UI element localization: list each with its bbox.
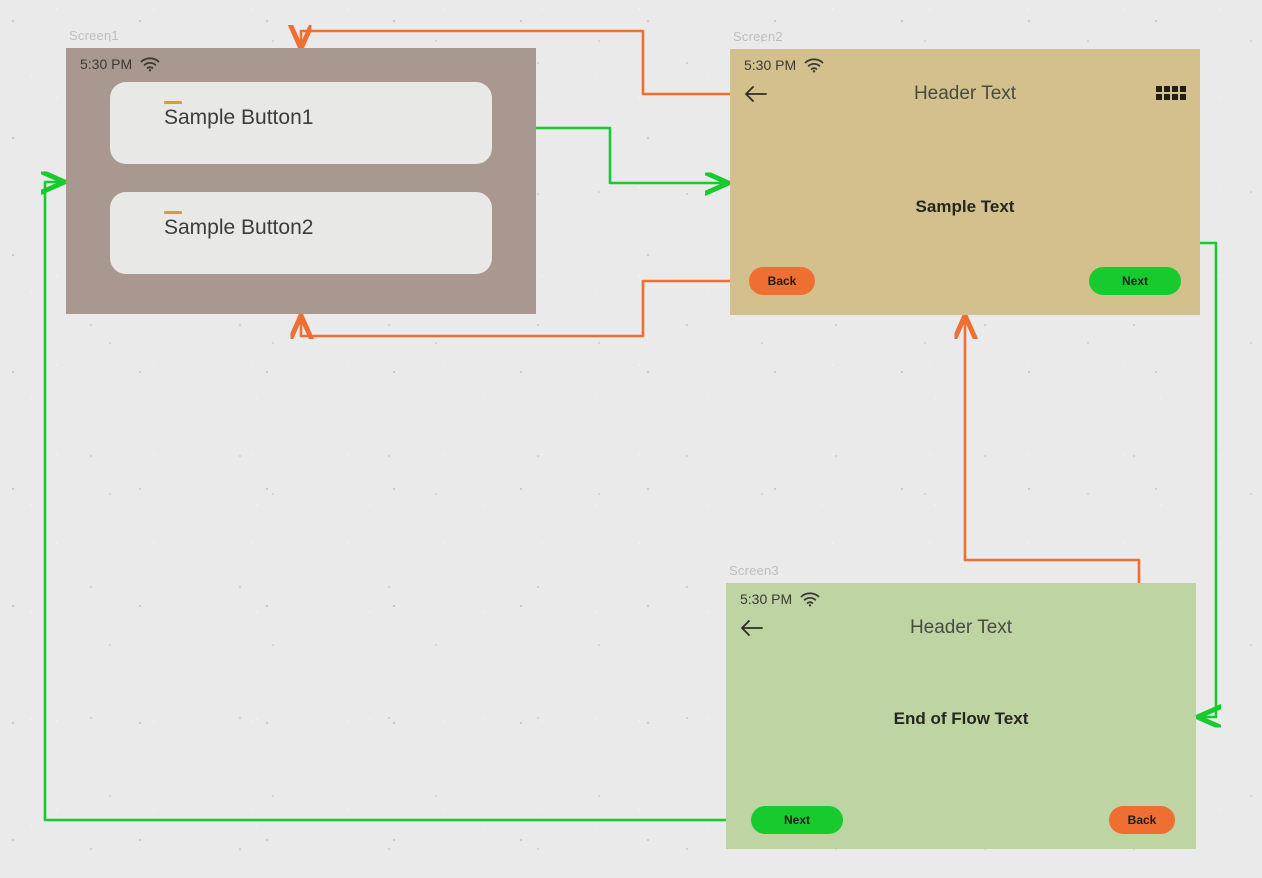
sample-button-2[interactable]: Sample Button2 — [110, 192, 492, 274]
wifi-icon — [140, 57, 160, 71]
screen-frame: 5:30 PM Header Text End of Flow Text Nex… — [726, 583, 1196, 849]
screen-card-screen2[interactable]: Screen2 5:30 PM Header Text Sample Text — [730, 29, 1200, 315]
screen-card-screen1[interactable]: Screen1 5:30 PM Sample Button1 Sample Bu… — [66, 28, 536, 314]
wifi-icon — [800, 592, 820, 606]
screen-frame: 5:30 PM Sample Button1 Sample Button2 — [66, 48, 536, 314]
sample-button-1[interactable]: Sample Button1 — [110, 82, 492, 164]
wifi-icon — [804, 58, 824, 72]
accent-dash-icon — [164, 211, 182, 214]
flow-diagram-canvas: Screen1 5:30 PM Sample Button1 Sample Bu… — [0, 0, 1262, 878]
screen-label: Screen2 — [733, 29, 783, 44]
back-button[interactable]: Back — [1109, 806, 1175, 834]
header-title: Header Text — [913, 83, 1017, 104]
status-time: 5:30 PM — [744, 57, 797, 73]
header-title: Header Text — [909, 617, 1013, 638]
accent-dash-icon — [164, 101, 182, 104]
screen-label: Screen1 — [69, 28, 119, 43]
next-button[interactable]: Next — [1089, 267, 1181, 295]
next-button-label: Next — [1121, 274, 1148, 288]
body-text: End of Flow Text — [893, 709, 1029, 728]
screen-frame: 5:30 PM Header Text Sample Text Back Nex… — [730, 49, 1200, 315]
grid-menu-icon[interactable] — [1156, 86, 1186, 100]
screen-label: Screen3 — [729, 563, 779, 578]
status-time: 5:30 PM — [80, 56, 133, 72]
status-time: 5:30 PM — [740, 591, 793, 607]
status-bar: 5:30 PM — [740, 591, 820, 607]
sample-button-2-label: Sample Button2 — [164, 216, 314, 239]
status-bar: 5:30 PM — [80, 56, 160, 72]
back-button-label: Back — [1127, 813, 1157, 827]
sample-button-1-label: Sample Button1 — [164, 106, 314, 129]
status-bar: 5:30 PM — [744, 57, 824, 73]
back-button-label: Back — [767, 274, 797, 288]
back-button[interactable]: Back — [749, 267, 815, 295]
screen-card-screen3[interactable]: Screen3 5:30 PM Header Text End of Flow … — [726, 563, 1196, 849]
body-text: Sample Text — [915, 197, 1015, 216]
next-button[interactable]: Next — [751, 806, 843, 834]
next-button-label: Next — [783, 813, 810, 827]
